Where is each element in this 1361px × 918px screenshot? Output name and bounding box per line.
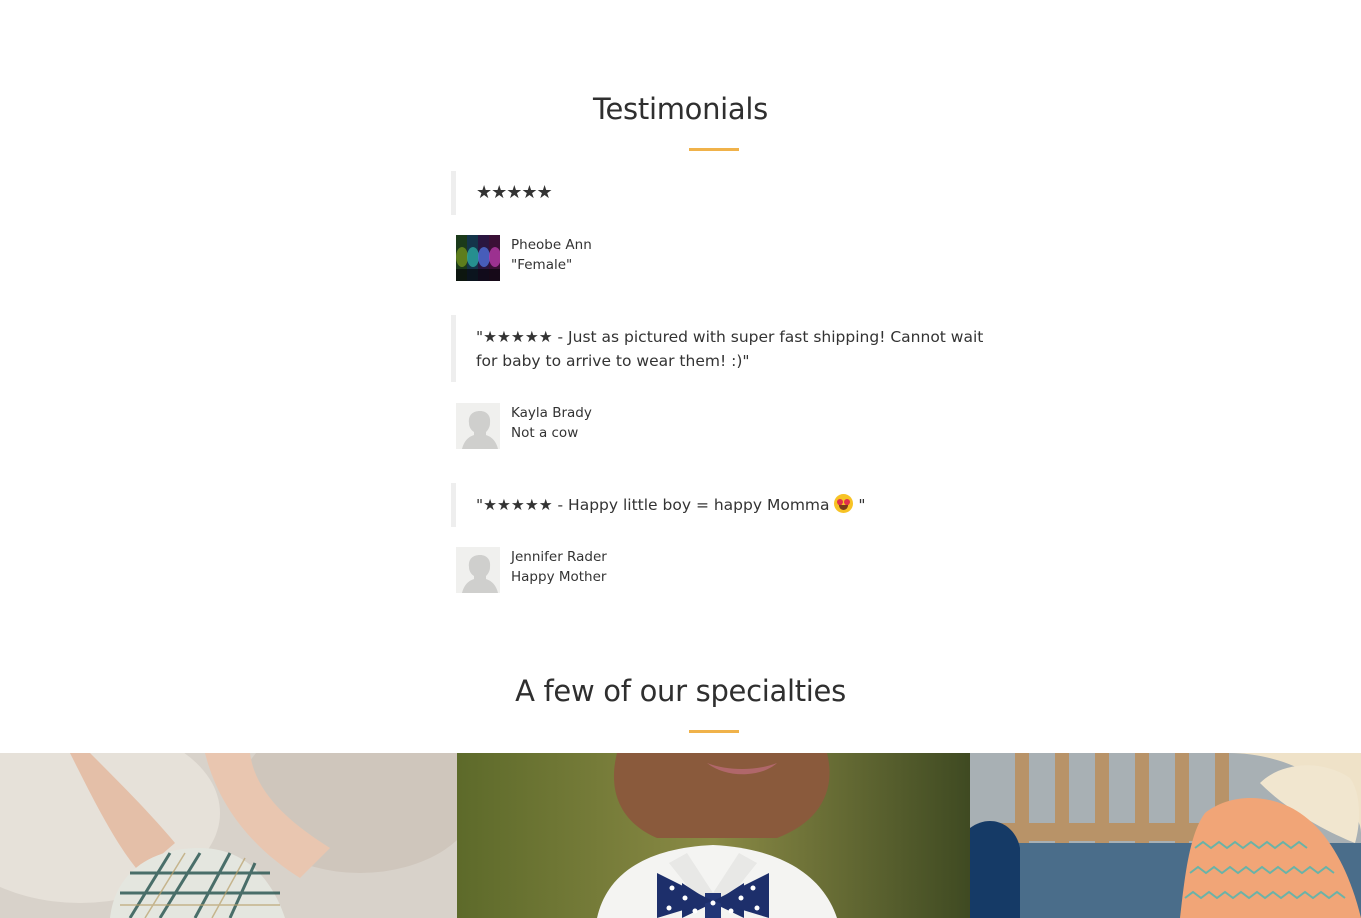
testimonial-author-name: Kayla Brady [511, 405, 592, 421]
colorful-portrait-avatar [456, 235, 500, 281]
testimonial-author-name: Pheobe Ann [511, 237, 592, 253]
testimonial-quote-end: " [853, 496, 866, 514]
testimonial-quote-1: ★★★★★ [451, 171, 991, 215]
default-user-avatar [456, 403, 500, 449]
testimonial-author-subtitle: Happy Mother [511, 569, 607, 585]
testimonial-author-info: Pheobe Ann "Female" [511, 235, 592, 275]
testimonial-quote-text: "★★★★★ - Happy little boy = happy Momma [476, 496, 830, 514]
testimonial-quote-text: ★★★★★ [476, 182, 553, 203]
default-user-avatar [456, 547, 500, 593]
specialties-title: A few of our specialties [515, 674, 846, 708]
heart-eyes-emoji-icon [834, 494, 854, 513]
specialties-title-underline [689, 730, 739, 733]
testimonial-author-info: Jennifer Rader Happy Mother [511, 547, 607, 587]
testimonials-title-underline [689, 148, 739, 151]
testimonials-title: Testimonials [593, 92, 768, 126]
boy-polka-dot-bow-tie-photo[interactable] [457, 753, 970, 918]
testimonial-author-subtitle: "Female" [511, 257, 573, 273]
baby-feet-plaid-booties-photo[interactable] [0, 753, 457, 918]
testimonial-author-subtitle: Not a cow [511, 425, 579, 441]
testimonial-quote-text: "★★★★★ - Just as pictured with super fas… [476, 328, 984, 370]
testimonial-quote-2: "★★★★★ - Just as pictured with super fas… [451, 315, 991, 382]
testimonial-quote-3: "★★★★★ - Happy little boy = happy Momma … [451, 483, 991, 527]
testimonial-author-info: Kayla Brady Not a cow [511, 403, 592, 443]
girl-chevron-blanket-photo[interactable] [970, 753, 1361, 918]
testimonial-author-name: Jennifer Rader [511, 549, 607, 565]
